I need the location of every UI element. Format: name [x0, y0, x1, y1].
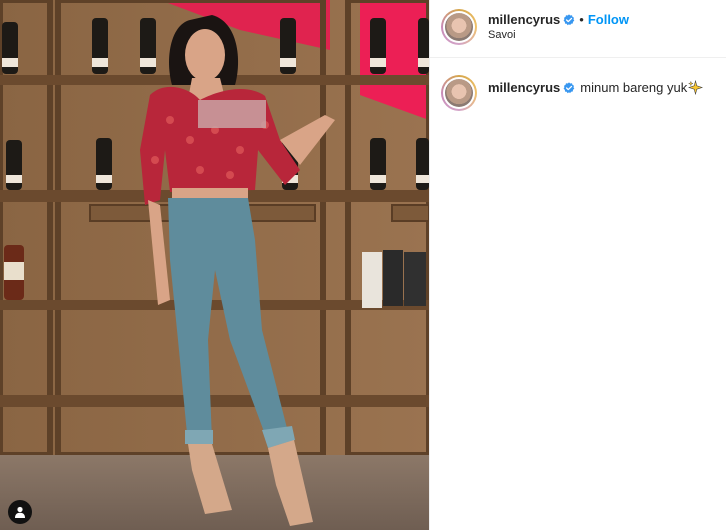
- post-photo[interactable]: [0, 0, 429, 530]
- avatar-image: [445, 13, 473, 41]
- caption-comment: millencyrus minum bareng yuk: [430, 70, 726, 114]
- sparkle-emoji-icon: [688, 80, 704, 95]
- user-tag-icon: [15, 506, 25, 518]
- location-link[interactable]: Savoi: [488, 29, 516, 41]
- separator-dot: •: [579, 12, 584, 27]
- avatar-image: [445, 79, 473, 107]
- caption-text: minum bareng yuk: [580, 80, 688, 95]
- username-link[interactable]: millencyrus: [488, 12, 560, 27]
- follow-button[interactable]: Follow: [588, 12, 629, 27]
- post-header: millencyrus • Follow Savoi: [430, 0, 726, 58]
- verified-badge-icon: [563, 13, 575, 25]
- user-tag-button[interactable]: [8, 500, 32, 524]
- post-image: [0, 0, 429, 530]
- verified-badge-icon: [563, 81, 575, 93]
- caption-username-link[interactable]: millencyrus: [488, 80, 560, 95]
- avatar[interactable]: [441, 9, 477, 45]
- caption-avatar[interactable]: [441, 75, 477, 111]
